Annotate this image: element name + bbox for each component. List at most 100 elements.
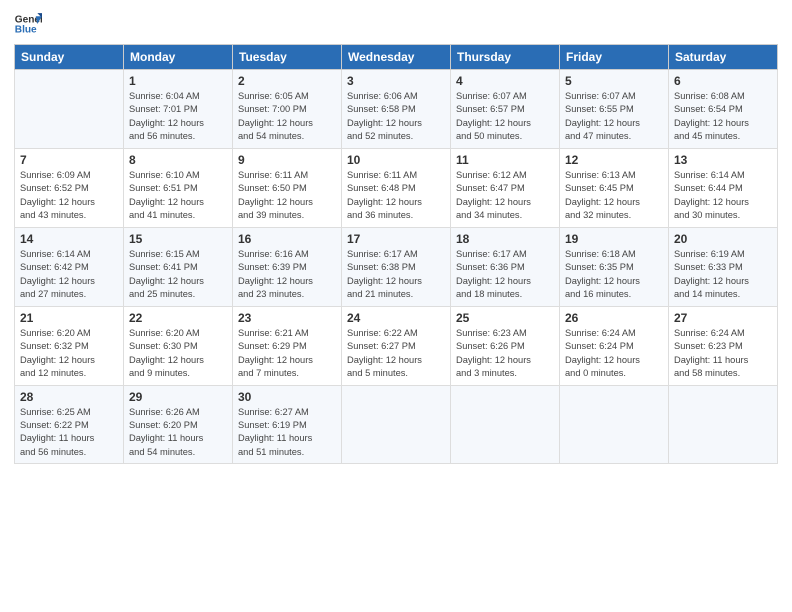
- day-info: Sunrise: 6:15 AM Sunset: 6:41 PM Dayligh…: [129, 248, 227, 302]
- calendar-cell: 7Sunrise: 6:09 AM Sunset: 6:52 PM Daylig…: [15, 148, 124, 227]
- day-number: 4: [456, 74, 554, 88]
- calendar-cell: 28 Sunrise: 6:25 AM Sunset: 6:22 PM Dayli…: [15, 385, 124, 464]
- day-number: 17: [347, 232, 445, 246]
- calendar-body: 1 Sunrise: 6:04 AM Sunset: 7:01 PM Daylig…: [15, 70, 778, 464]
- header-row: SundayMondayTuesdayWednesdayThursdayFrid…: [15, 45, 778, 70]
- calendar-cell: 17 Sunrise: 6:17 AM Sunset: 6:38 PM Dayli…: [342, 227, 451, 306]
- day-info: Sunrise: 6:17 AM Sunset: 6:38 PM Dayligh…: [347, 248, 445, 302]
- calendar-cell: 26Sunrise: 6:24 AM Sunset: 6:24 PM Dayli…: [560, 306, 669, 385]
- day-info: Sunrise: 6:14 AM Sunset: 6:42 PM Dayligh…: [20, 248, 118, 302]
- day-number: 28: [20, 390, 118, 404]
- calendar-cell: 5 Sunrise: 6:07 AM Sunset: 6:55 PM Daylig…: [560, 70, 669, 149]
- calendar-cell: 12 Sunrise: 6:13 AM Sunset: 6:45 PM Dayli…: [560, 148, 669, 227]
- calendar-cell: 2 Sunrise: 6:05 AM Sunset: 7:00 PM Daylig…: [233, 70, 342, 149]
- logo: General Blue: [14, 10, 42, 38]
- calendar-cell: 29 Sunrise: 6:26 AM Sunset: 6:20 PM Dayli…: [124, 385, 233, 464]
- calendar-cell: [342, 385, 451, 464]
- day-number: 3: [347, 74, 445, 88]
- calendar-cell: 1 Sunrise: 6:04 AM Sunset: 7:01 PM Daylig…: [124, 70, 233, 149]
- calendar-cell: [560, 385, 669, 464]
- day-number: 5: [565, 74, 663, 88]
- day-info: Sunrise: 6:14 AM Sunset: 6:44 PM Dayligh…: [674, 169, 772, 223]
- calendar-cell: 14 Sunrise: 6:14 AM Sunset: 6:42 PM Dayli…: [15, 227, 124, 306]
- calendar-table: SundayMondayTuesdayWednesdayThursdayFrid…: [14, 44, 778, 464]
- day-info: Sunrise: 6:16 AM Sunset: 6:39 PM Dayligh…: [238, 248, 336, 302]
- day-info: Sunrise: 6:13 AM Sunset: 6:45 PM Dayligh…: [565, 169, 663, 223]
- day-info: Sunrise: 6:25 AM Sunset: 6:22 PM Dayligh…: [20, 406, 118, 460]
- calendar-cell: 20Sunrise: 6:19 AM Sunset: 6:33 PM Dayli…: [669, 227, 778, 306]
- calendar-header: SundayMondayTuesdayWednesdayThursdayFrid…: [15, 45, 778, 70]
- day-number: 27: [674, 311, 772, 325]
- day-info: Sunrise: 6:07 AM Sunset: 6:55 PM Dayligh…: [565, 90, 663, 144]
- day-header-monday: Monday: [124, 45, 233, 70]
- calendar-cell: 10 Sunrise: 6:11 AM Sunset: 6:48 PM Dayli…: [342, 148, 451, 227]
- day-number: 7: [20, 153, 118, 167]
- day-info: Sunrise: 6:26 AM Sunset: 6:20 PM Dayligh…: [129, 406, 227, 460]
- day-number: 12: [565, 153, 663, 167]
- calendar-cell: 4Sunrise: 6:07 AM Sunset: 6:57 PM Daylig…: [451, 70, 560, 149]
- day-header-sunday: Sunday: [15, 45, 124, 70]
- calendar-cell: [15, 70, 124, 149]
- calendar-cell: [451, 385, 560, 464]
- day-info: Sunrise: 6:11 AM Sunset: 6:50 PM Dayligh…: [238, 169, 336, 223]
- day-info: Sunrise: 6:27 AM Sunset: 6:19 PM Dayligh…: [238, 406, 336, 460]
- day-header-thursday: Thursday: [451, 45, 560, 70]
- week-row-1: 1 Sunrise: 6:04 AM Sunset: 7:01 PM Daylig…: [15, 70, 778, 149]
- day-number: 13: [674, 153, 772, 167]
- day-number: 21: [20, 311, 118, 325]
- day-number: 25: [456, 311, 554, 325]
- day-info: Sunrise: 6:22 AM Sunset: 6:27 PM Dayligh…: [347, 327, 445, 381]
- day-number: 6: [674, 74, 772, 88]
- day-info: Sunrise: 6:17 AM Sunset: 6:36 PM Dayligh…: [456, 248, 554, 302]
- calendar-cell: 23Sunrise: 6:21 AM Sunset: 6:29 PM Dayli…: [233, 306, 342, 385]
- day-info: Sunrise: 6:06 AM Sunset: 6:58 PM Dayligh…: [347, 90, 445, 144]
- calendar-cell: 6 Sunrise: 6:08 AM Sunset: 6:54 PM Daylig…: [669, 70, 778, 149]
- page: General Blue SundayMondayTuesdayWednesda…: [0, 0, 792, 612]
- day-info: Sunrise: 6:10 AM Sunset: 6:51 PM Dayligh…: [129, 169, 227, 223]
- day-number: 15: [129, 232, 227, 246]
- day-info: Sunrise: 6:19 AM Sunset: 6:33 PM Dayligh…: [674, 248, 772, 302]
- day-header-friday: Friday: [560, 45, 669, 70]
- week-row-3: 14 Sunrise: 6:14 AM Sunset: 6:42 PM Dayli…: [15, 227, 778, 306]
- day-info: Sunrise: 6:11 AM Sunset: 6:48 PM Dayligh…: [347, 169, 445, 223]
- calendar-cell: 16 Sunrise: 6:16 AM Sunset: 6:39 PM Dayli…: [233, 227, 342, 306]
- day-number: 29: [129, 390, 227, 404]
- day-info: Sunrise: 6:04 AM Sunset: 7:01 PM Dayligh…: [129, 90, 227, 144]
- day-info: Sunrise: 6:12 AM Sunset: 6:47 PM Dayligh…: [456, 169, 554, 223]
- day-info: Sunrise: 6:08 AM Sunset: 6:54 PM Dayligh…: [674, 90, 772, 144]
- calendar-cell: 11 Sunrise: 6:12 AM Sunset: 6:47 PM Dayli…: [451, 148, 560, 227]
- week-row-4: 21 Sunrise: 6:20 AM Sunset: 6:32 PM Dayli…: [15, 306, 778, 385]
- calendar-cell: 25 Sunrise: 6:23 AM Sunset: 6:26 PM Dayli…: [451, 306, 560, 385]
- day-number: 1: [129, 74, 227, 88]
- calendar-cell: 21 Sunrise: 6:20 AM Sunset: 6:32 PM Dayli…: [15, 306, 124, 385]
- day-number: 23: [238, 311, 336, 325]
- day-number: 14: [20, 232, 118, 246]
- day-number: 10: [347, 153, 445, 167]
- day-info: Sunrise: 6:20 AM Sunset: 6:30 PM Dayligh…: [129, 327, 227, 381]
- day-info: Sunrise: 6:23 AM Sunset: 6:26 PM Dayligh…: [456, 327, 554, 381]
- calendar-cell: 3 Sunrise: 6:06 AM Sunset: 6:58 PM Daylig…: [342, 70, 451, 149]
- calendar-cell: 24Sunrise: 6:22 AM Sunset: 6:27 PM Dayli…: [342, 306, 451, 385]
- week-row-2: 7Sunrise: 6:09 AM Sunset: 6:52 PM Daylig…: [15, 148, 778, 227]
- day-info: Sunrise: 6:18 AM Sunset: 6:35 PM Dayligh…: [565, 248, 663, 302]
- svg-text:Blue: Blue: [15, 25, 37, 36]
- day-number: 2: [238, 74, 336, 88]
- day-info: Sunrise: 6:05 AM Sunset: 7:00 PM Dayligh…: [238, 90, 336, 144]
- day-header-wednesday: Wednesday: [342, 45, 451, 70]
- calendar-cell: [669, 385, 778, 464]
- day-number: 11: [456, 153, 554, 167]
- day-number: 9: [238, 153, 336, 167]
- calendar-cell: 18 Sunrise: 6:17 AM Sunset: 6:36 PM Dayli…: [451, 227, 560, 306]
- day-info: Sunrise: 6:20 AM Sunset: 6:32 PM Dayligh…: [20, 327, 118, 381]
- calendar-cell: 27 Sunrise: 6:24 AM Sunset: 6:23 PM Dayli…: [669, 306, 778, 385]
- day-number: 8: [129, 153, 227, 167]
- calendar-cell: 19Sunrise: 6:18 AM Sunset: 6:35 PM Dayli…: [560, 227, 669, 306]
- calendar-cell: 22 Sunrise: 6:20 AM Sunset: 6:30 PM Dayli…: [124, 306, 233, 385]
- day-number: 18: [456, 232, 554, 246]
- day-header-saturday: Saturday: [669, 45, 778, 70]
- header: General Blue: [14, 10, 778, 38]
- day-number: 16: [238, 232, 336, 246]
- day-number: 22: [129, 311, 227, 325]
- calendar-cell: 8 Sunrise: 6:10 AM Sunset: 6:51 PM Daylig…: [124, 148, 233, 227]
- day-info: Sunrise: 6:24 AM Sunset: 6:23 PM Dayligh…: [674, 327, 772, 381]
